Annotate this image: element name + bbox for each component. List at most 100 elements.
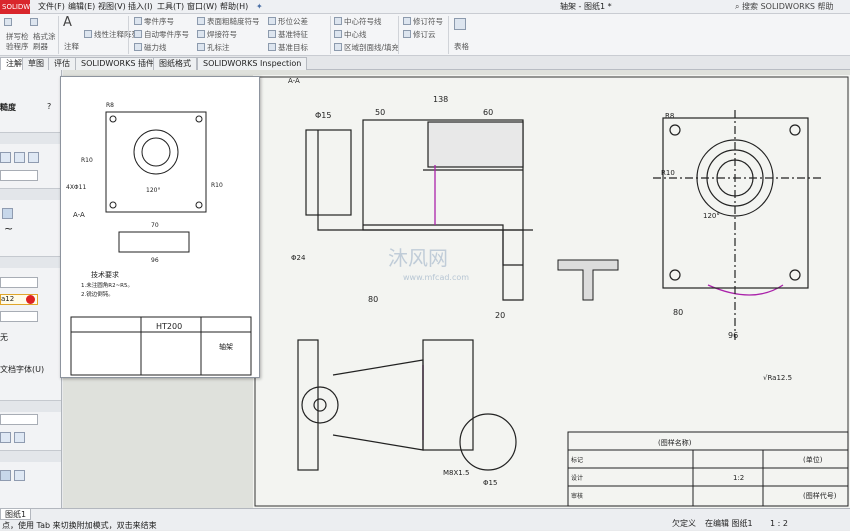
dim-20: 20 bbox=[495, 311, 505, 320]
auto-balloon-button[interactable]: 自动零件序号 bbox=[134, 30, 189, 39]
menu-file[interactable]: 文件(F) bbox=[38, 0, 65, 14]
balloon-button[interactable]: 零件序号 bbox=[134, 17, 174, 26]
spell-check-icon bbox=[4, 18, 12, 26]
bottom-view bbox=[297, 339, 517, 471]
note-icon[interactable]: A bbox=[63, 16, 72, 29]
symbol-dropdown[interactable] bbox=[0, 170, 38, 181]
title-block-scale: 1:2 bbox=[733, 474, 744, 482]
ribbon-separator bbox=[448, 16, 449, 54]
center-mark-icon bbox=[334, 17, 342, 25]
layout-button[interactable] bbox=[2, 208, 13, 219]
surface-finish-button[interactable]: 表面粗糙度符号 bbox=[197, 17, 260, 26]
angle-field[interactable] bbox=[0, 414, 38, 425]
title-block-design: 设计 bbox=[571, 474, 583, 482]
centerline-button[interactable]: 中心线 bbox=[334, 30, 367, 39]
dropdown-value[interactable]: 无 bbox=[0, 332, 8, 343]
symbol-button-3[interactable] bbox=[28, 152, 39, 163]
preview-dim-70: 70 bbox=[151, 222, 159, 229]
spell-check-button[interactable] bbox=[4, 18, 14, 27]
leader-button-2[interactable] bbox=[14, 432, 25, 443]
revision-cloud-button[interactable]: 修订云 bbox=[403, 30, 436, 39]
roughness-field-1[interactable] bbox=[0, 277, 38, 288]
menu-help[interactable]: 帮助(H) bbox=[220, 0, 248, 14]
search-placeholder: 搜索 SOLIDWORKS 帮助 bbox=[742, 2, 834, 11]
preview-dim-96: 96 bbox=[151, 257, 159, 264]
weld-symbol-button[interactable]: 焊接符号 bbox=[197, 30, 237, 39]
geometric-tolerance-icon bbox=[268, 17, 276, 25]
title-block-check: 审核 bbox=[571, 492, 583, 500]
dim-phi24: Φ24 bbox=[291, 254, 306, 262]
tab-sheet-format[interactable]: 图纸格式 bbox=[153, 57, 197, 70]
note-button-label[interactable]: 注释 bbox=[64, 42, 79, 51]
linear-note-pattern-label: 线性注释阵列 bbox=[94, 30, 139, 39]
menu-window[interactable]: 窗口(W) bbox=[187, 0, 217, 14]
menu-edit[interactable]: 编辑(E) bbox=[68, 0, 95, 14]
panel-title: 糙度 bbox=[0, 103, 16, 112]
balloon-label: 零件序号 bbox=[144, 17, 174, 26]
datum-target-icon bbox=[268, 43, 276, 51]
definition-status: 欠定义 bbox=[672, 519, 696, 528]
pin-icon[interactable]: ✦ bbox=[256, 2, 263, 11]
leader-button-1[interactable] bbox=[0, 432, 11, 443]
style-button-2[interactable] bbox=[14, 470, 25, 481]
preview-dim-r8: R8 bbox=[106, 102, 114, 109]
revision-symbol-icon bbox=[403, 17, 411, 25]
app-logo[interactable]: SOLIDWORKS bbox=[0, 0, 30, 14]
linear-note-pattern-button[interactable]: 线性注释阵列 bbox=[84, 30, 139, 39]
hole-callout-button[interactable]: 孔标注 bbox=[197, 43, 230, 52]
menu-view[interactable]: 视图(V) bbox=[98, 0, 126, 14]
surface-finish-label: 表面粗糙度符号 bbox=[207, 17, 260, 26]
tilde-icon[interactable]: ~ bbox=[4, 222, 13, 235]
sheet-tab[interactable]: 图纸1 bbox=[0, 509, 32, 520]
ribbon-separator bbox=[330, 16, 331, 54]
area-hatch-button[interactable]: 区域剖面线/填充 bbox=[334, 43, 399, 52]
revision-cloud-icon bbox=[403, 30, 411, 38]
sheet-border bbox=[254, 76, 849, 507]
ribbon-separator bbox=[398, 16, 399, 54]
table-button[interactable] bbox=[454, 18, 468, 31]
preview-dim-holes: 4XΦ11 bbox=[66, 184, 86, 191]
format-painter-button[interactable] bbox=[30, 18, 40, 27]
preview-dim-r10: R10 bbox=[81, 157, 93, 164]
hole-callout-label: 孔标注 bbox=[207, 43, 230, 52]
menu-tools[interactable]: 工具(T) bbox=[157, 0, 184, 14]
watermark-url: www.mfcad.com bbox=[403, 273, 469, 282]
search-box[interactable]: ⌕ 搜索 SOLIDWORKS 帮助 bbox=[735, 1, 850, 13]
section-header bbox=[0, 400, 61, 412]
style-button-1[interactable] bbox=[0, 470, 11, 481]
roughness-field-3[interactable] bbox=[0, 311, 38, 322]
datum-feature-button[interactable]: 基准特征 bbox=[268, 30, 308, 39]
balloon-icon bbox=[134, 17, 142, 25]
datum-target-label: 基准目标 bbox=[278, 43, 308, 52]
command-tabs: 注解 草图 评估 SOLIDWORKS 插件 图纸格式 SOLIDWORKS I… bbox=[0, 56, 850, 70]
dim-96-right: 96 bbox=[728, 331, 738, 340]
magnetic-line-button[interactable]: 磁力线 bbox=[134, 43, 167, 52]
auto-balloon-icon bbox=[134, 30, 142, 38]
tech-req-2: 2.锐边倒钝。 bbox=[81, 290, 114, 298]
section-label: A-A bbox=[288, 77, 300, 85]
table-label: 表格 bbox=[454, 42, 469, 51]
drawing-preview-popup: A-A R8 R10 R10 120° 4XΦ11 70 96 技术要求 1.未… bbox=[60, 76, 260, 378]
menu-insert[interactable]: 插入(I) bbox=[128, 0, 153, 14]
dim-r8: R8 bbox=[665, 112, 674, 120]
roughness-symbol: √Ra12.5 bbox=[763, 374, 792, 382]
right-view bbox=[653, 110, 823, 340]
geometric-tolerance-button[interactable]: 形位公差 bbox=[268, 17, 308, 26]
center-mark-button[interactable]: 中心符号线 bbox=[334, 17, 382, 26]
title-block-part-name: (图样名称) bbox=[658, 438, 692, 447]
magnetic-line-label: 磁力线 bbox=[144, 43, 167, 52]
command-ribbon: 拼写检 格式涂 验程序 刷器 A 注释 线性注释阵列 零件序号 自动零件序号 磁… bbox=[0, 14, 850, 56]
tab-solidworks-inspection[interactable]: SOLIDWORKS Inspection bbox=[197, 57, 308, 70]
scale-status[interactable]: 1 : 2 bbox=[770, 518, 788, 529]
dim-80-right: 80 bbox=[673, 308, 683, 317]
preview-section-label: A-A bbox=[73, 211, 85, 219]
tab-solidworks-addins[interactable]: SOLIDWORKS 插件 bbox=[75, 57, 160, 70]
help-icon[interactable]: ? bbox=[47, 102, 51, 111]
revision-symbol-button[interactable]: 修订符号 bbox=[403, 17, 443, 26]
tab-sketch[interactable]: 草图 bbox=[22, 57, 50, 70]
datum-target-button[interactable]: 基准目标 bbox=[268, 43, 308, 52]
symbol-button-2[interactable] bbox=[14, 152, 25, 163]
tab-evaluate[interactable]: 评估 bbox=[48, 57, 76, 70]
symbol-button-1[interactable] bbox=[0, 152, 11, 163]
font-label[interactable]: 文档字体(U) bbox=[0, 364, 44, 375]
